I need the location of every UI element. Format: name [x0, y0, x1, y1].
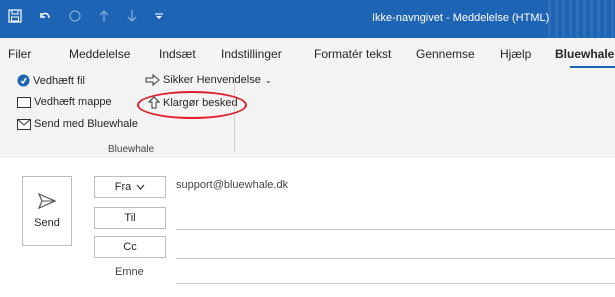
chevron-down-icon: ⌄	[264, 75, 272, 85]
ribbon-tabs: Filer Meddelelse Indsæt Indstillinger Fo…	[0, 38, 615, 68]
secure-request-button[interactable]: Sikker Henvendelse ⌄	[145, 74, 272, 86]
folder-icon	[17, 97, 31, 108]
tab-bluewhale[interactable]: Bluewhale	[555, 47, 614, 61]
send-with-bluewhale-label: Send med Bluewhale	[34, 118, 138, 130]
highlight-ellipse	[137, 91, 247, 119]
tab-gennemse[interactable]: Gennemse	[416, 47, 475, 61]
compose-area	[0, 158, 615, 297]
tab-hjaelp[interactable]: Hjælp	[500, 47, 531, 61]
customize-icon[interactable]	[154, 11, 164, 21]
tab-filer[interactable]: Filer	[8, 47, 31, 61]
window-title: Ikke-navngivet - Meddelelse (HTML)	[372, 12, 550, 24]
send-button[interactable]: Send	[22, 176, 72, 246]
cc-label: Cc	[123, 241, 137, 253]
secure-request-label: Sikker Henvendelse	[163, 74, 261, 86]
cc-button[interactable]: Cc	[94, 236, 166, 258]
chevron-down-icon	[136, 184, 145, 190]
group-label-bluewhale: Bluewhale	[108, 144, 155, 155]
arrow-right-icon	[145, 74, 160, 86]
from-address: support@bluewhale.dk	[176, 179, 289, 191]
ribbon-panel: Vedhæft fil Vedhæft mappe Send med Bluew…	[0, 68, 615, 159]
tab-indsaet[interactable]: Indsæt	[159, 47, 196, 61]
send-label: Send	[34, 217, 60, 229]
subject-field[interactable]	[176, 283, 615, 284]
save-icon[interactable]	[8, 9, 22, 23]
title-bar: Ikke-navngivet - Meddelelse (HTML)	[0, 0, 615, 38]
attach-folder-label: Vedhæft mappe	[34, 96, 112, 108]
attach-file-label: Vedhæft fil	[33, 74, 85, 87]
to-label: Til	[124, 212, 136, 224]
down-icon[interactable]	[126, 9, 138, 23]
undo-icon[interactable]	[38, 9, 52, 23]
from-button[interactable]: Fra	[94, 176, 166, 198]
envelope-icon	[17, 118, 31, 130]
subject-label: Emne	[115, 266, 144, 278]
redo-icon[interactable]	[68, 9, 82, 23]
to-field[interactable]	[176, 229, 615, 230]
to-button[interactable]: Til	[94, 207, 166, 229]
from-label: Fra	[114, 181, 132, 193]
title-decoration	[548, 0, 615, 38]
attach-file-button[interactable]: Vedhæft fil	[17, 74, 85, 87]
send-icon	[38, 193, 56, 209]
quick-access-toolbar	[8, 9, 164, 23]
send-with-bluewhale-button[interactable]: Send med Bluewhale	[17, 118, 138, 130]
cc-field[interactable]	[176, 258, 615, 259]
tab-meddelelse[interactable]: Meddelelse	[69, 47, 130, 61]
tab-indstillinger[interactable]: Indstillinger	[221, 47, 282, 61]
tab-formater-tekst[interactable]: Formatér tekst	[314, 47, 391, 61]
up-icon[interactable]	[98, 9, 110, 23]
attach-file-icon	[17, 74, 30, 87]
attach-folder-button[interactable]: Vedhæft mappe	[17, 96, 112, 108]
